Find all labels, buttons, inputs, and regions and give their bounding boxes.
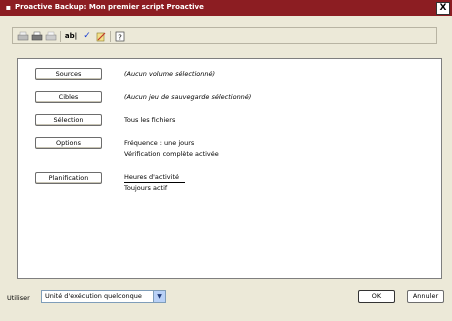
chevron-down-icon[interactable]: ▼ (153, 291, 165, 302)
proactive-backup-window: ▪ Proactive Backup: Mon premier script P… (0, 0, 452, 321)
close-button[interactable]: X (436, 2, 450, 15)
help-icon[interactable]: ? (114, 31, 126, 42)
svg-text:?: ? (118, 34, 122, 42)
check-icon[interactable]: ✓ (81, 31, 93, 42)
destinations-description: (Aucun jeu de sauvegarde sélectionné) (124, 93, 252, 101)
sources-button[interactable]: Sources (35, 68, 102, 80)
print-preview-icon[interactable] (17, 31, 29, 42)
script-summary-panel: Sources (Aucun volume sélectionné) Cible… (17, 58, 442, 279)
options-verification: Vérification complète activée (124, 150, 219, 158)
app-icon: ▪ (5, 3, 12, 12)
ok-button[interactable]: OK (358, 290, 395, 303)
schedule-button[interactable]: Planification (35, 172, 102, 184)
schedule-divider (124, 182, 185, 183)
page-setup-icon[interactable] (45, 31, 57, 42)
sources-description: (Aucun volume sélectionné) (124, 70, 215, 78)
rename-icon[interactable]: ab| (64, 31, 78, 42)
print-icon[interactable] (31, 31, 43, 42)
destinations-button[interactable]: Cibles (35, 91, 102, 103)
schedule-activity-hours: Heures d'activité (124, 173, 180, 181)
toolbar-separator (60, 31, 61, 42)
options-frequency: Fréquence : une jours (124, 139, 195, 147)
use-label: Utiliser (7, 294, 30, 302)
window-title: Proactive Backup: Mon premier script Pro… (15, 3, 204, 11)
cancel-button[interactable]: Annuler (407, 290, 444, 303)
options-button[interactable]: Options (35, 137, 102, 149)
schedule-always-active: Toujours actif (124, 184, 168, 192)
title-bar: ▪ Proactive Backup: Mon premier script P… (0, 0, 452, 16)
toolbar-separator (110, 31, 111, 42)
execution-unit-select[interactable]: Unité d'exécution quelconque ▼ (41, 290, 166, 303)
execution-unit-value: Unité d'exécution quelconque (45, 292, 142, 300)
selection-description: Tous les fichiers (124, 116, 176, 124)
toolbar: ab| ✓ ? (12, 27, 437, 44)
edit-icon[interactable] (95, 31, 107, 42)
selection-button[interactable]: Sélection (35, 114, 102, 126)
